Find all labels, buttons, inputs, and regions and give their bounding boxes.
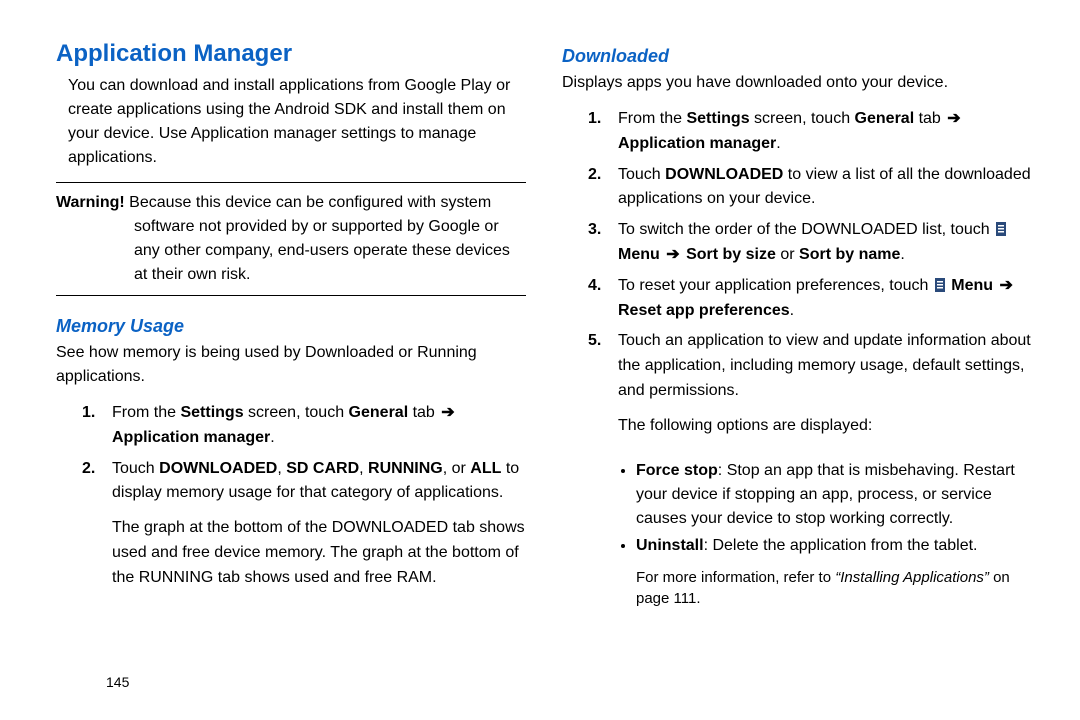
menu-icon (935, 278, 945, 292)
text: screen, touch (244, 404, 349, 421)
text: or (776, 246, 799, 263)
text: . (776, 135, 780, 152)
text: From the (618, 110, 686, 127)
divider (56, 182, 526, 183)
downloaded-step-4: To reset your application preferences, t… (562, 274, 1032, 324)
bold-appmgr: Application manager (618, 135, 776, 152)
section-title: Application Manager (56, 40, 526, 68)
divider (56, 295, 526, 296)
text: For more information, refer to (636, 569, 835, 586)
memory-intro: See how memory is being used by Download… (56, 341, 526, 389)
memory-step-2: Touch DOWNLOADED, SD CARD, RUNNING, or A… (56, 457, 526, 507)
downloaded-step-1: From the Settings screen, touch General … (562, 107, 1032, 157)
text: . (900, 246, 904, 263)
memory-after: The graph at the bottom of the DOWNLOADE… (56, 516, 526, 590)
bold-general: General (349, 404, 409, 421)
page-number: 145 (106, 674, 129, 690)
downloaded-intro: Displays apps you have downloaded onto y… (562, 71, 1032, 95)
text: From the (112, 404, 180, 421)
bold-sdcard: SD CARD (286, 460, 359, 477)
memory-usage-heading: Memory Usage (56, 316, 526, 337)
bold-appmgr: Application manager (112, 429, 270, 446)
bold-settings: Settings (180, 404, 243, 421)
arrow-icon: ➔ (998, 274, 1015, 299)
warning-block: Warning! Because this device can be conf… (56, 191, 526, 287)
options-list: Force stop: Stop an app that is misbehav… (562, 459, 1032, 561)
option-uninstall: Uninstall: Delete the application from t… (636, 534, 1032, 558)
intro-paragraph: You can download and install application… (56, 74, 526, 170)
bold-downloaded: DOWNLOADED (665, 166, 783, 183)
downloaded-step-3: To switch the order of the DOWNLOADED li… (562, 218, 1032, 268)
bold-all: ALL (470, 460, 501, 477)
text: To switch the order of the DOWNLOADED li… (618, 221, 994, 238)
options-intro: The following options are displayed: (562, 414, 1032, 439)
text: screen, touch (750, 110, 855, 127)
text: tab (408, 404, 439, 421)
memory-step-1: From the Settings screen, touch General … (56, 401, 526, 451)
menu-icon (996, 222, 1006, 236)
bold-menu: Menu (618, 246, 664, 263)
arrow-icon: ➔ (439, 401, 456, 426)
text: , or (443, 460, 471, 477)
downloaded-heading: Downloaded (562, 46, 1032, 67)
reference-note: For more information, refer to “Installi… (562, 567, 1032, 609)
text: Touch (618, 166, 665, 183)
bold-uninstall: Uninstall (636, 537, 704, 554)
arrow-icon: ➔ (945, 107, 962, 132)
arrow-icon: ➔ (664, 243, 681, 268)
bold-menu: Menu (947, 277, 998, 294)
bold-sort-size: Sort by size (686, 246, 776, 263)
text: , (277, 460, 286, 477)
bold-general: General (855, 110, 915, 127)
text: tab (914, 110, 945, 127)
italic-ref: “Installing Applications” (835, 569, 989, 586)
right-column: Downloaded Displays apps you have downlo… (562, 40, 1032, 700)
bold-settings: Settings (686, 110, 749, 127)
text: . (790, 302, 794, 319)
bold-sort-name: Sort by name (799, 246, 900, 263)
downloaded-steps: From the Settings screen, touch General … (562, 107, 1032, 410)
text: , (359, 460, 368, 477)
downloaded-step-2: Touch DOWNLOADED to view a list of all t… (562, 163, 1032, 213)
bold-reset: Reset app preferences (618, 302, 790, 319)
text: : Delete the application from the tablet… (704, 537, 978, 554)
text: Touch (112, 460, 159, 477)
left-column: Application Manager You can download and… (56, 40, 526, 700)
bold-running: RUNNING (368, 460, 443, 477)
option-force-stop: Force stop: Stop an app that is misbehav… (636, 459, 1032, 531)
text: . (270, 429, 274, 446)
bold-downloaded: DOWNLOADED (159, 460, 277, 477)
memory-steps: From the Settings screen, touch General … (56, 401, 526, 512)
text: To reset your application preferences, t… (618, 277, 933, 294)
bold-force-stop: Force stop (636, 462, 718, 479)
downloaded-step-5: Touch an application to view and update … (562, 329, 1032, 403)
